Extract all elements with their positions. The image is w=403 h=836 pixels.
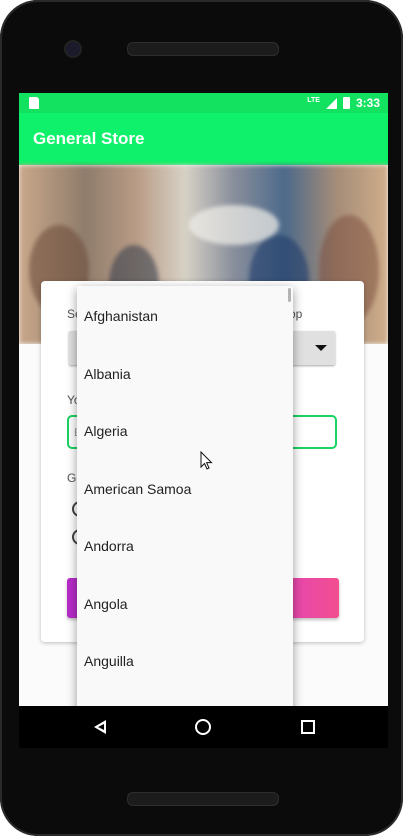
bottom-speaker xyxy=(127,792,279,806)
app-bar: General Store xyxy=(19,113,388,165)
phone-frame: LTE 3:33 General Store Se op Yo G Afghan… xyxy=(0,0,403,836)
screen: LTE 3:33 General Store Se op Yo G Afghan… xyxy=(19,93,388,748)
navigation-bar xyxy=(19,706,388,748)
dropdown-item-andorra[interactable]: Andorra xyxy=(84,538,134,554)
signal-icon xyxy=(325,97,337,109)
dropdown-item-afghanistan[interactable]: Afghanistan xyxy=(84,308,158,324)
front-camera xyxy=(64,40,82,58)
sd-card-icon xyxy=(29,97,39,109)
mouse-pointer-icon xyxy=(200,451,213,470)
home-icon[interactable] xyxy=(195,719,211,735)
recents-icon[interactable] xyxy=(301,720,315,734)
dropdown-item-albania[interactable]: Albania xyxy=(84,366,131,382)
battery-icon xyxy=(342,97,350,109)
dropdown-item-algeria[interactable]: Algeria xyxy=(84,423,128,439)
network-type: LTE xyxy=(307,96,320,104)
gender-label: G xyxy=(67,471,77,485)
dropdown-arrow-icon xyxy=(315,345,327,351)
dropdown-scrollbar[interactable] xyxy=(288,288,291,302)
dropdown-item-angola[interactable]: Angola xyxy=(84,596,128,612)
status-right: LTE 3:33 xyxy=(307,95,380,111)
dropdown-item-american-samoa[interactable]: American Samoa xyxy=(84,481,191,497)
country-dropdown-list: Afghanistan Albania Algeria American Sam… xyxy=(77,286,293,748)
status-bar: LTE 3:33 xyxy=(19,93,388,113)
app-title: General Store xyxy=(33,129,145,148)
dropdown-item-anguilla[interactable]: Anguilla xyxy=(84,653,134,669)
back-icon-inner xyxy=(98,724,104,730)
status-time: 3:33 xyxy=(355,96,380,110)
earpiece-speaker xyxy=(127,42,279,56)
